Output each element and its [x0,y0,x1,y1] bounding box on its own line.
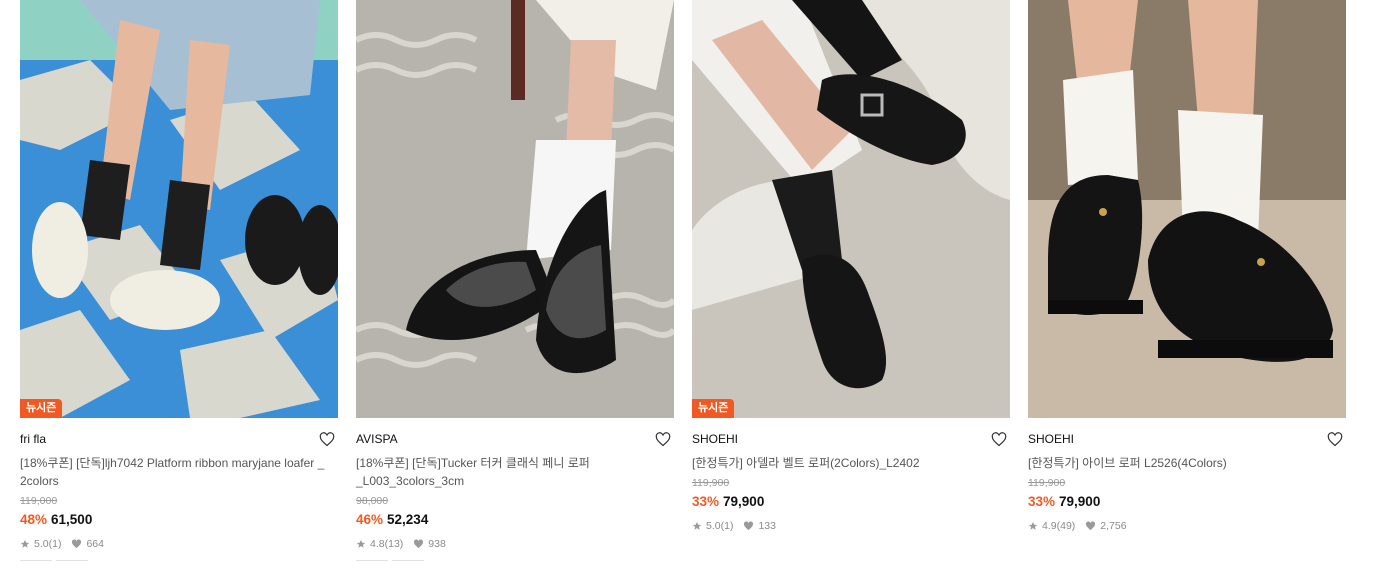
heart-outline-icon[interactable] [1326,431,1344,447]
original-price: 119,900 [1028,477,1066,489]
price-row: 48% 61,500 [20,511,338,529]
brand-name[interactable]: SHOEHI [692,432,738,446]
heart-filled-icon [743,521,754,531]
tag-placeholder [20,560,338,561]
like-count: 938 [428,538,446,550]
rating-value: 4.8 [370,538,385,550]
sale-price: 52,234 [387,512,429,527]
heart-outline-icon[interactable] [990,431,1008,447]
heart-outline-icon[interactable] [654,431,672,447]
review-count: (1) [720,520,734,532]
price-row: 33% 79,900 [692,493,1010,511]
like-count: 133 [758,520,776,532]
new-season-badge: 뉴시즌 [20,399,63,418]
product-card[interactable]: 뉴시즌 SHOEHI [한정특가] 아델라 벨트 로퍼(2Colors)_L24… [692,0,1010,561]
product-stats: 5.0 (1) 664 [20,537,338,551]
price-row: 33% 79,900 [1028,493,1346,511]
like-count: 2,756 [1100,520,1127,532]
discount-rate: 48% [20,512,48,527]
original-price: 119,900 [692,477,730,489]
star-icon [1028,521,1038,531]
product-name[interactable]: [18%쿠폰] [단독]ljh7042 Platform ribbon mary… [20,454,334,490]
rating-value: 5.0 [34,538,49,550]
review-count: (49) [1056,520,1076,532]
brand-name[interactable]: AVISPA [356,432,398,446]
star-icon [20,539,30,549]
product-card[interactable]: AVISPA [18%쿠폰] [단독]Tucker 터커 클래식 페니 로퍼 _… [356,0,674,561]
star-icon [356,539,366,549]
price-row: 46% 52,234 [356,511,674,529]
product-name[interactable]: [한정특가] 아이브 로퍼 L2526(4Colors) [1028,454,1342,472]
heart-outline-icon[interactable] [318,431,336,447]
heart-filled-icon [413,539,424,549]
product-image[interactable] [1028,0,1346,418]
tag-placeholder [356,560,674,561]
discount-rate: 33% [692,494,720,509]
product-photo-illustration [356,0,674,418]
product-image[interactable] [356,0,674,418]
product-stats: 4.9 (49) 2,756 [1028,519,1346,533]
star-icon [692,521,702,531]
sale-price: 61,500 [51,512,93,527]
original-price: 98,000 [356,495,389,507]
product-name[interactable]: [18%쿠폰] [단독]Tucker 터커 클래식 페니 로퍼 _L003_3c… [356,454,670,490]
product-stats: 4.8 (13) 938 [356,537,674,551]
sale-price: 79,900 [723,494,765,509]
heart-filled-icon [1085,521,1096,531]
sale-price: 79,900 [1059,494,1101,509]
rating-value: 5.0 [706,520,721,532]
original-price: 119,000 [20,495,58,507]
new-season-badge: 뉴시즌 [692,399,735,418]
product-card[interactable]: SHOEHI [한정특가] 아이브 로퍼 L2526(4Colors) 119,… [1028,0,1346,561]
rating-value: 4.9 [1042,520,1057,532]
product-photo-illustration [692,0,1010,418]
brand-name[interactable]: fri fla [20,432,46,446]
product-image[interactable]: 뉴시즌 [692,0,1010,418]
product-grid: 뉴시즌 fri fla [18%쿠폰] [단독]ljh7042 Platform… [20,0,1346,561]
like-count: 664 [86,538,104,550]
product-card[interactable]: 뉴시즌 fri fla [18%쿠폰] [단독]ljh7042 Platform… [20,0,338,561]
discount-rate: 46% [356,512,384,527]
product-image[interactable]: 뉴시즌 [20,0,338,418]
product-stats: 5.0 (1) 133 [692,519,1010,533]
brand-name[interactable]: SHOEHI [1028,432,1074,446]
review-count: (1) [48,538,62,550]
discount-rate: 33% [1028,494,1056,509]
product-name[interactable]: [한정특가] 아델라 벨트 로퍼(2Colors)_L2402 [692,454,1006,472]
review-count: (13) [384,538,404,550]
heart-filled-icon [71,539,82,549]
product-photo-illustration [1028,0,1346,418]
product-photo-illustration [20,0,338,418]
